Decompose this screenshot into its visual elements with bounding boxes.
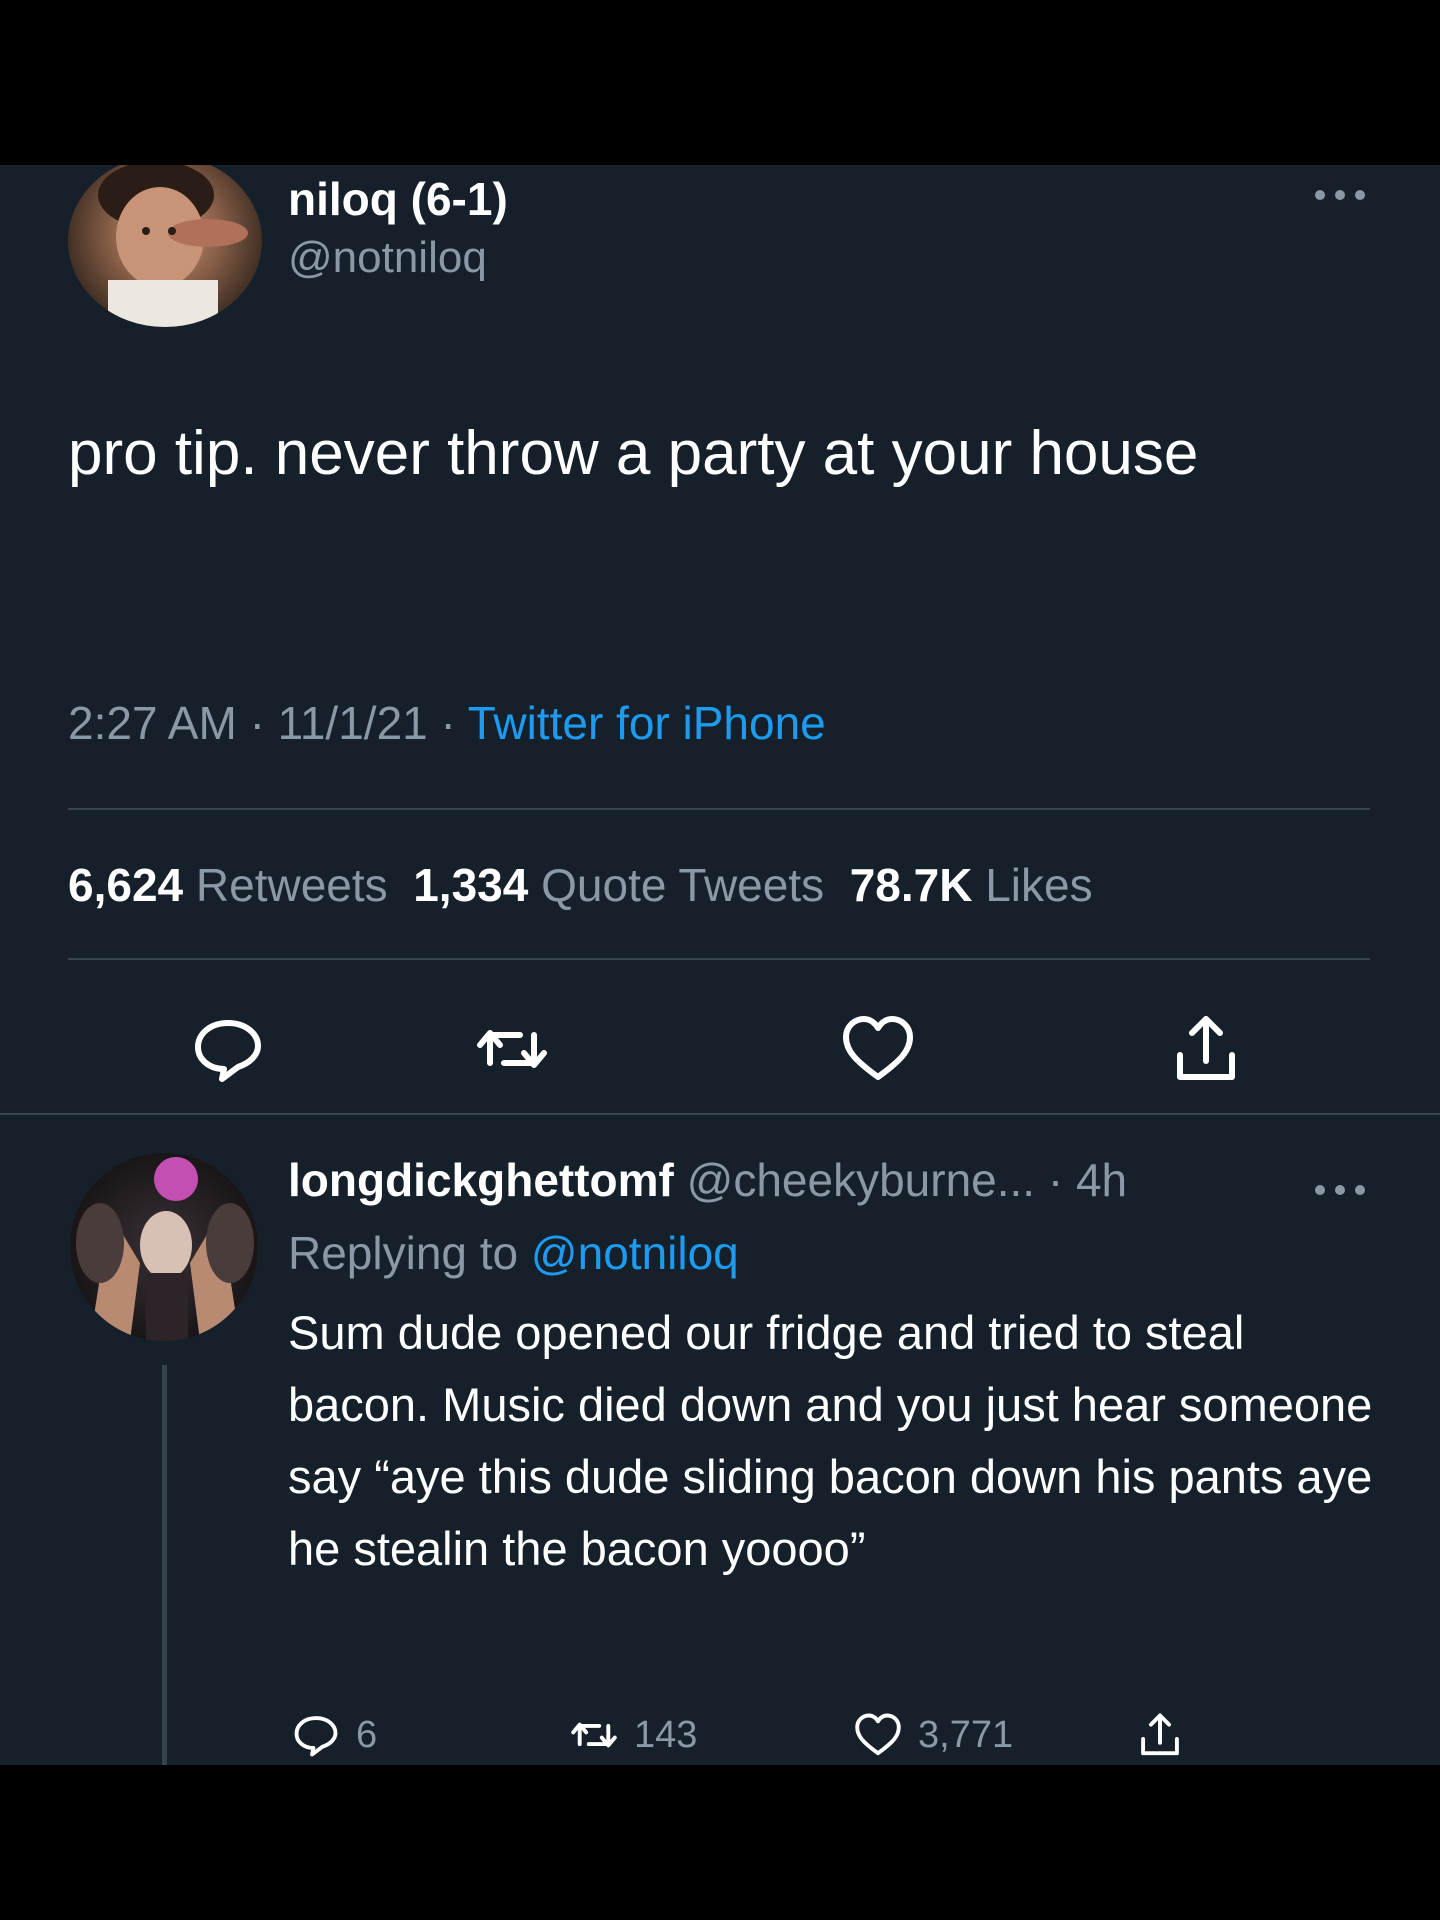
reply-handle[interactable]: @cheekyburne... — [687, 1154, 1035, 1206]
retweets-stat[interactable]: 6,624 Retweets — [68, 859, 388, 911]
meta-separator: · — [440, 697, 456, 749]
author-handle[interactable]: @notniloq — [288, 231, 487, 285]
retweets-count: 6,624 — [68, 859, 184, 911]
share-button[interactable] — [1166, 1009, 1246, 1089]
reply-icon — [294, 1716, 338, 1757]
divider — [0, 1113, 1440, 1115]
quotes-stat[interactable]: 1,334 Quote Tweets — [413, 859, 824, 911]
divider — [68, 958, 1370, 960]
more-options-icon[interactable] — [1310, 180, 1370, 210]
reply-display-name[interactable]: longdickghettomf — [288, 1154, 674, 1206]
replying-prefix: Replying to — [288, 1227, 519, 1279]
reply-text: Sum dude opened our fridge and tried to … — [288, 1306, 1373, 1575]
likes-count: 78.7K — [849, 859, 973, 911]
tweet-time[interactable]: 2:27 AM — [68, 697, 237, 749]
likes-label: Likes — [985, 859, 1093, 911]
divider — [68, 808, 1370, 810]
meta-separator: · — [249, 697, 265, 749]
tweet-source-link[interactable]: Twitter for iPhone — [468, 697, 826, 749]
replying-to-mention[interactable]: @notniloq — [531, 1227, 739, 1279]
retweet-icon — [477, 1030, 547, 1068]
tweet-text: pro tip. never throw a party at your hou… — [68, 419, 1199, 488]
more-options-icon[interactable] — [1310, 1175, 1370, 1205]
retweet-count: 143 — [634, 1713, 698, 1756]
reply-like-button[interactable]: 3,771 — [852, 1705, 1013, 1765]
replying-to: Replying to @notniloq — [288, 1223, 739, 1283]
tweet-screen: niloq (6-1) @notniloq pro tip. never thr… — [0, 165, 1440, 1765]
reply-retweet-button[interactable]: 143 — [568, 1705, 697, 1765]
like-icon — [855, 1713, 901, 1756]
reply-reply-button[interactable]: 6 — [290, 1705, 377, 1765]
quotes-label: Quote Tweets — [541, 859, 825, 911]
quotes-count: 1,334 — [413, 859, 529, 911]
reply-button[interactable] — [188, 1009, 268, 1089]
reply-author-avatar[interactable] — [70, 1153, 258, 1341]
meta-separator: · — [1047, 1154, 1064, 1206]
reply-count: 6 — [356, 1713, 378, 1756]
retweet-button[interactable] — [472, 1009, 552, 1089]
reply-share-button[interactable] — [1134, 1705, 1200, 1765]
retweets-label: Retweets — [195, 859, 388, 911]
share-icon — [1177, 1016, 1235, 1080]
likes-stat[interactable]: 78.7K Likes — [850, 859, 1093, 911]
tweet-meta: 2:27 AM · 11/1/21 · Twitter for iPhone — [68, 695, 826, 751]
reply-age[interactable]: 4h — [1076, 1154, 1127, 1206]
author-avatar[interactable] — [68, 165, 262, 327]
like-icon — [843, 1016, 913, 1080]
avatar-photo — [98, 165, 248, 327]
like-button[interactable] — [838, 1009, 918, 1089]
retweet-icon — [571, 1722, 617, 1748]
reply-header: longdickghettomf @cheekyburne... · 4h — [288, 1150, 1127, 1210]
page: niloq (6-1) @notniloq pro tip. never thr… — [0, 0, 1440, 1920]
reply-icon — [195, 1020, 261, 1082]
tweet-stats: 6,624 Retweets 1,334 Quote Tweets 78.7K … — [68, 857, 1093, 913]
tweet-date[interactable]: 11/1/21 — [278, 697, 428, 749]
share-icon — [1141, 1713, 1179, 1756]
author-display-name[interactable]: niloq (6-1) — [288, 171, 508, 227]
thread-connector-line — [162, 1365, 167, 1765]
like-count: 3,771 — [918, 1713, 1014, 1756]
avatar-photo — [76, 1157, 254, 1341]
